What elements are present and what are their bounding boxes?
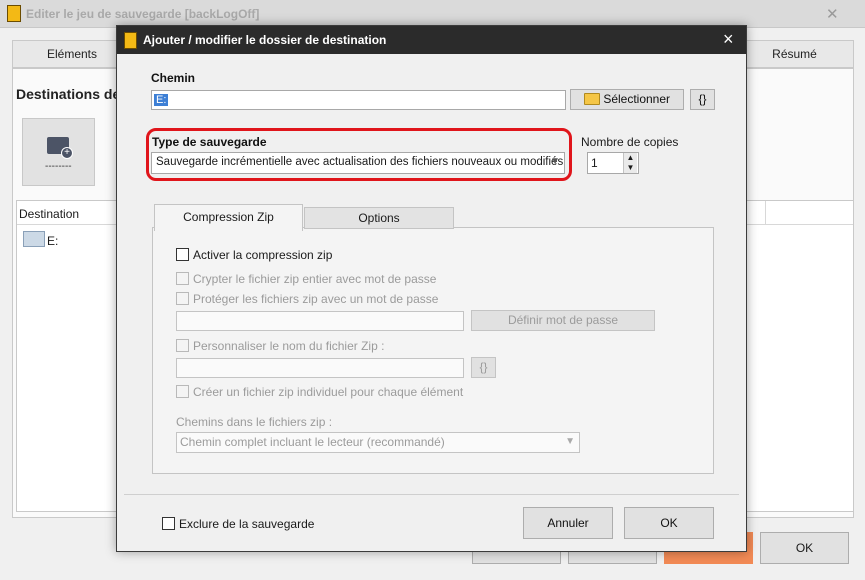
insert-variable-button[interactable]: {} [690, 89, 715, 110]
app-icon [124, 32, 137, 49]
tab-options[interactable]: Options [304, 207, 454, 229]
zip-paths-label: Chemins dans le fichiers zip : [176, 415, 333, 429]
enable-zip-checkbox[interactable] [176, 248, 189, 261]
password-field[interactable] [176, 311, 464, 331]
zip-name-variable-button[interactable]: {} [471, 357, 496, 378]
exclude-checkbox[interactable] [162, 517, 175, 530]
destination-dialog: Ajouter / modifier le dossier de destina… [116, 25, 747, 552]
dialog-title-bar: Ajouter / modifier le dossier de destina… [117, 26, 746, 54]
background-ok-button[interactable]: OK [760, 532, 849, 564]
add-destination-label: -------- [45, 161, 72, 172]
zip-paths-value: Chemin complet incluant le lecteur (reco… [180, 435, 445, 449]
add-destination-button[interactable]: + -------- [22, 118, 95, 186]
spin-up-icon[interactable]: ▲ [623, 153, 637, 163]
tab-compression-zip[interactable]: Compression Zip [154, 204, 303, 231]
encrypt-zip-checkbox[interactable] [176, 272, 189, 285]
ok-button[interactable]: OK [624, 507, 714, 539]
backup-type-value: Sauvegarde incrémentielle avec actualisa… [156, 156, 564, 168]
copies-spinner[interactable]: 1 ▲ ▼ [587, 152, 639, 174]
custom-name-label: Personnaliser le nom du fichier Zip : [193, 339, 385, 353]
custom-name-checkbox[interactable] [176, 339, 189, 352]
destinations-title: Destinations de [16, 86, 121, 102]
app-icon [7, 5, 21, 22]
individual-zip-label: Créer un fichier zip individuel pour cha… [193, 385, 464, 399]
define-password-button[interactable]: Définir mot de passe [471, 310, 655, 331]
plus-badge: + [61, 147, 73, 159]
individual-zip-checkbox[interactable] [176, 385, 189, 398]
chevron-down-icon: ▼ [550, 156, 560, 167]
tab-summary[interactable]: Résumé [735, 40, 854, 68]
zip-paths-select[interactable]: Chemin complet incluant le lecteur (reco… [176, 432, 580, 453]
close-icon[interactable]: × [723, 29, 734, 50]
list-item[interactable]: E: [47, 234, 58, 248]
folder-icon [583, 93, 600, 105]
path-value: E: [154, 94, 169, 106]
dialog-title: Ajouter / modifier le dossier de destina… [143, 33, 387, 47]
select-button[interactable]: Sélectionner [570, 89, 684, 110]
spin-down-icon[interactable]: ▼ [623, 163, 637, 173]
encrypt-zip-label: Crypter le fichier zip entier avec mot d… [193, 272, 437, 286]
select-button-label: Sélectionner [603, 92, 671, 106]
protect-zip-checkbox[interactable] [176, 292, 189, 305]
backup-type-select[interactable]: Sauvegarde incrémentielle avec actualisa… [151, 152, 565, 174]
zip-name-field[interactable] [176, 358, 464, 378]
cancel-button[interactable]: Annuler [523, 507, 613, 539]
chevron-down-icon: ▼ [565, 436, 575, 447]
path-label: Chemin [151, 71, 196, 85]
path-input[interactable]: E: [151, 90, 566, 110]
close-icon[interactable]: ✕ [826, 5, 839, 23]
column-separator [765, 201, 766, 225]
enable-zip-label: Activer la compression zip [193, 248, 333, 262]
copies-value: 1 [591, 156, 598, 170]
background-window-title: Editer le jeu de sauvegarde [backLogOff] [26, 7, 260, 21]
copies-label: Nombre de copies [581, 135, 679, 149]
exclude-label: Exclure de la sauvegarde [179, 517, 315, 531]
backup-type-label: Type de sauvegarde [152, 135, 267, 149]
column-destination[interactable]: Destination [19, 207, 79, 221]
tab-elements[interactable]: Eléments [12, 40, 132, 68]
separator [124, 494, 739, 495]
protect-zip-label: Protéger les fichiers zip avec un mot de… [193, 292, 439, 306]
folder-icon [23, 231, 45, 247]
